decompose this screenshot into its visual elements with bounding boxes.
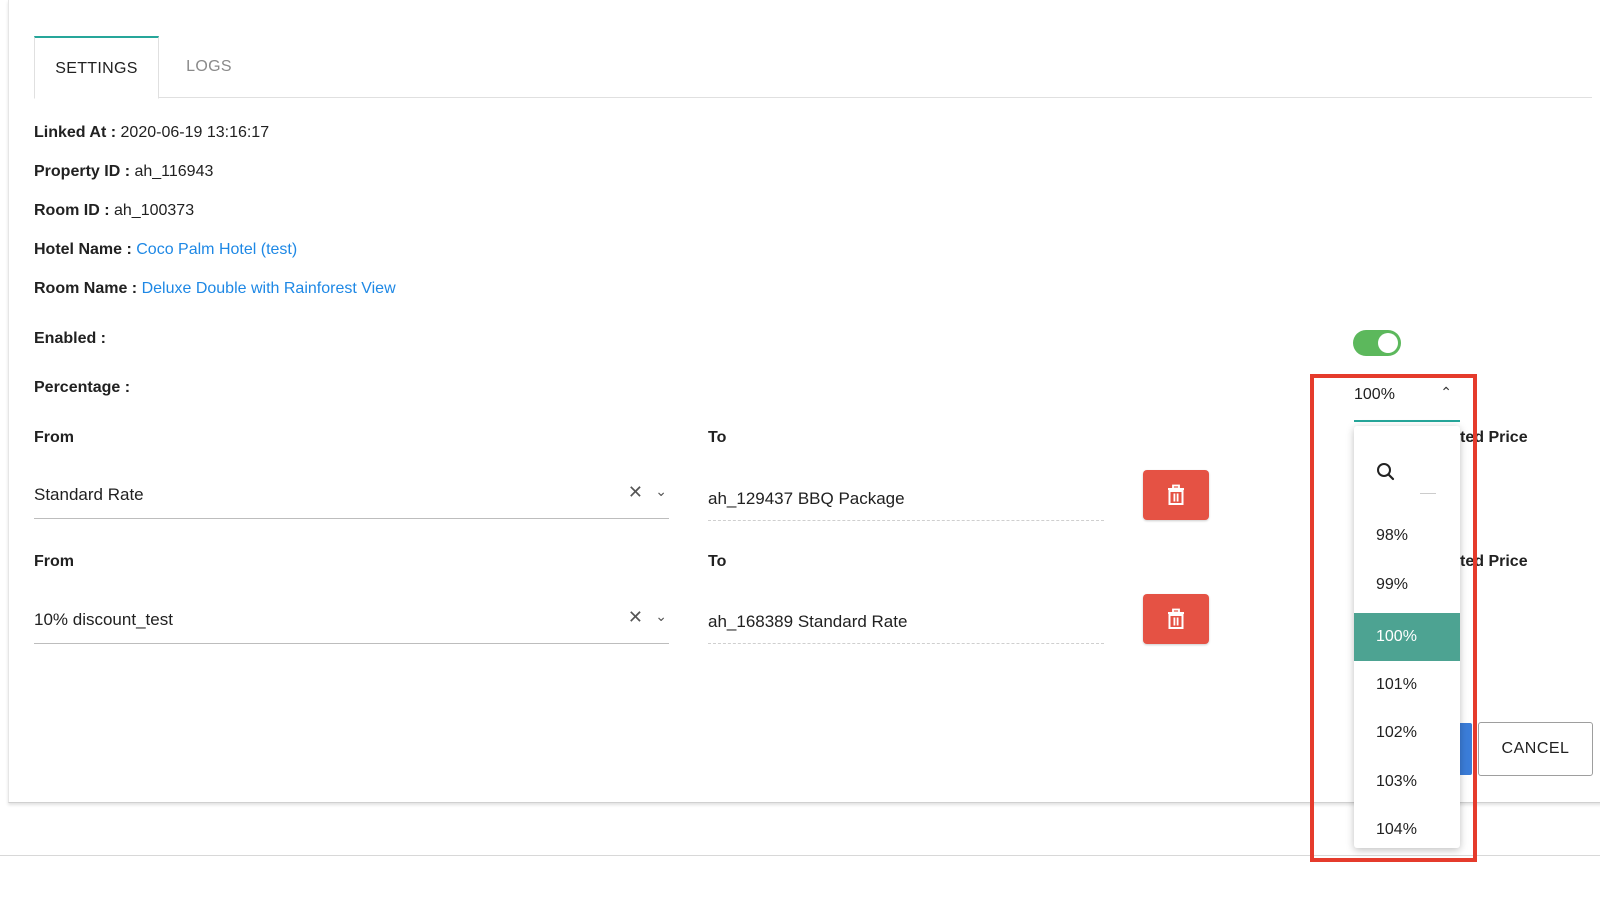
property-id-label: Property ID : xyxy=(34,163,131,180)
delete-button[interactable] xyxy=(1143,594,1209,644)
save-button[interactable] xyxy=(1458,723,1472,775)
linked-at-label: Linked At : xyxy=(34,124,117,141)
from-select-value: Standard Rate xyxy=(34,485,144,504)
clear-icon[interactable]: ✕ xyxy=(628,607,643,628)
price-label-partial: ted Price xyxy=(1460,429,1528,446)
property-id-value: ah_116943 xyxy=(134,163,214,180)
chevron-up-icon: ⌃ xyxy=(1440,384,1452,400)
search-icon xyxy=(1377,463,1395,481)
trash-icon xyxy=(1168,484,1184,505)
percentage-label: Percentage : xyxy=(34,379,131,396)
to-value: ah_168389 Standard Rate xyxy=(708,612,908,631)
room-name-row: Room Name : Deluxe Double with Rainfores… xyxy=(34,280,396,298)
room-name-label: Room Name : xyxy=(34,280,138,297)
cancel-button[interactable]: CANCEL xyxy=(1478,722,1593,776)
toggle-knob xyxy=(1378,333,1398,353)
dropdown-option[interactable]: 103% xyxy=(1354,758,1460,806)
to-label: To xyxy=(708,553,727,570)
dropdown-option-selected[interactable]: 100% xyxy=(1354,613,1460,661)
from-select[interactable]: 10% discount_test ✕ ⌄ xyxy=(34,596,669,644)
property-id-row: Property ID : ah_116943 xyxy=(34,163,213,181)
delete-button[interactable] xyxy=(1143,470,1209,520)
chevron-down-icon[interactable]: ⌄ xyxy=(655,608,667,625)
hotel-name-row: Hotel Name : Coco Palm Hotel (test) xyxy=(34,241,297,259)
tab-settings[interactable]: SETTINGS xyxy=(34,36,159,99)
tab-logs[interactable]: LOGS xyxy=(159,36,259,98)
trash-icon xyxy=(1168,608,1184,629)
dropdown-option[interactable]: 99% xyxy=(1354,561,1460,609)
enabled-toggle[interactable] xyxy=(1353,330,1401,356)
dropdown-option[interactable]: 101% xyxy=(1354,661,1460,709)
from-select-value: 10% discount_test xyxy=(34,610,173,629)
linked-at-row: Linked At : 2020-06-19 13:16:17 xyxy=(34,124,269,142)
to-field: ah_168389 Standard Rate xyxy=(708,596,1104,644)
chevron-down-icon[interactable]: ⌄ xyxy=(655,483,667,500)
from-select[interactable]: Standard Rate ✕ ⌄ xyxy=(34,471,669,519)
from-label: From xyxy=(34,429,74,446)
room-name-link[interactable]: Deluxe Double with Rainforest View xyxy=(142,280,396,297)
from-label: From xyxy=(34,553,74,570)
price-label-partial: ted Price xyxy=(1460,553,1528,570)
hotel-name-link[interactable]: Coco Palm Hotel (test) xyxy=(136,241,297,258)
clear-icon[interactable]: ✕ xyxy=(628,482,643,503)
room-id-label: Room ID : xyxy=(34,202,110,219)
divider xyxy=(0,855,1600,856)
room-id-row: Room ID : ah_100373 xyxy=(34,202,194,220)
percentage-select[interactable]: 100% ⌃ xyxy=(1354,380,1460,422)
to-field: ah_129437 BBQ Package xyxy=(708,473,1104,521)
linked-at-value: 2020-06-19 13:16:17 xyxy=(120,124,270,141)
enabled-label: Enabled : xyxy=(34,330,107,347)
hotel-name-label: Hotel Name : xyxy=(34,241,132,258)
dropdown-option[interactable]: 102% xyxy=(1354,709,1460,757)
to-label: To xyxy=(708,429,727,446)
dropdown-search[interactable] xyxy=(1354,426,1460,500)
search-underline xyxy=(1420,493,1436,494)
dropdown-option[interactable]: 98% xyxy=(1354,512,1460,560)
percentage-value: 100% xyxy=(1354,386,1395,403)
room-id-value: ah_100373 xyxy=(114,202,195,219)
percentage-dropdown: 98% 99% 100% 101% 102% 103% 104% xyxy=(1354,426,1460,848)
tab-bar: SETTINGS LOGS xyxy=(34,36,1592,99)
dropdown-option[interactable]: 104% xyxy=(1354,806,1460,848)
to-value: ah_129437 BBQ Package xyxy=(708,489,905,508)
